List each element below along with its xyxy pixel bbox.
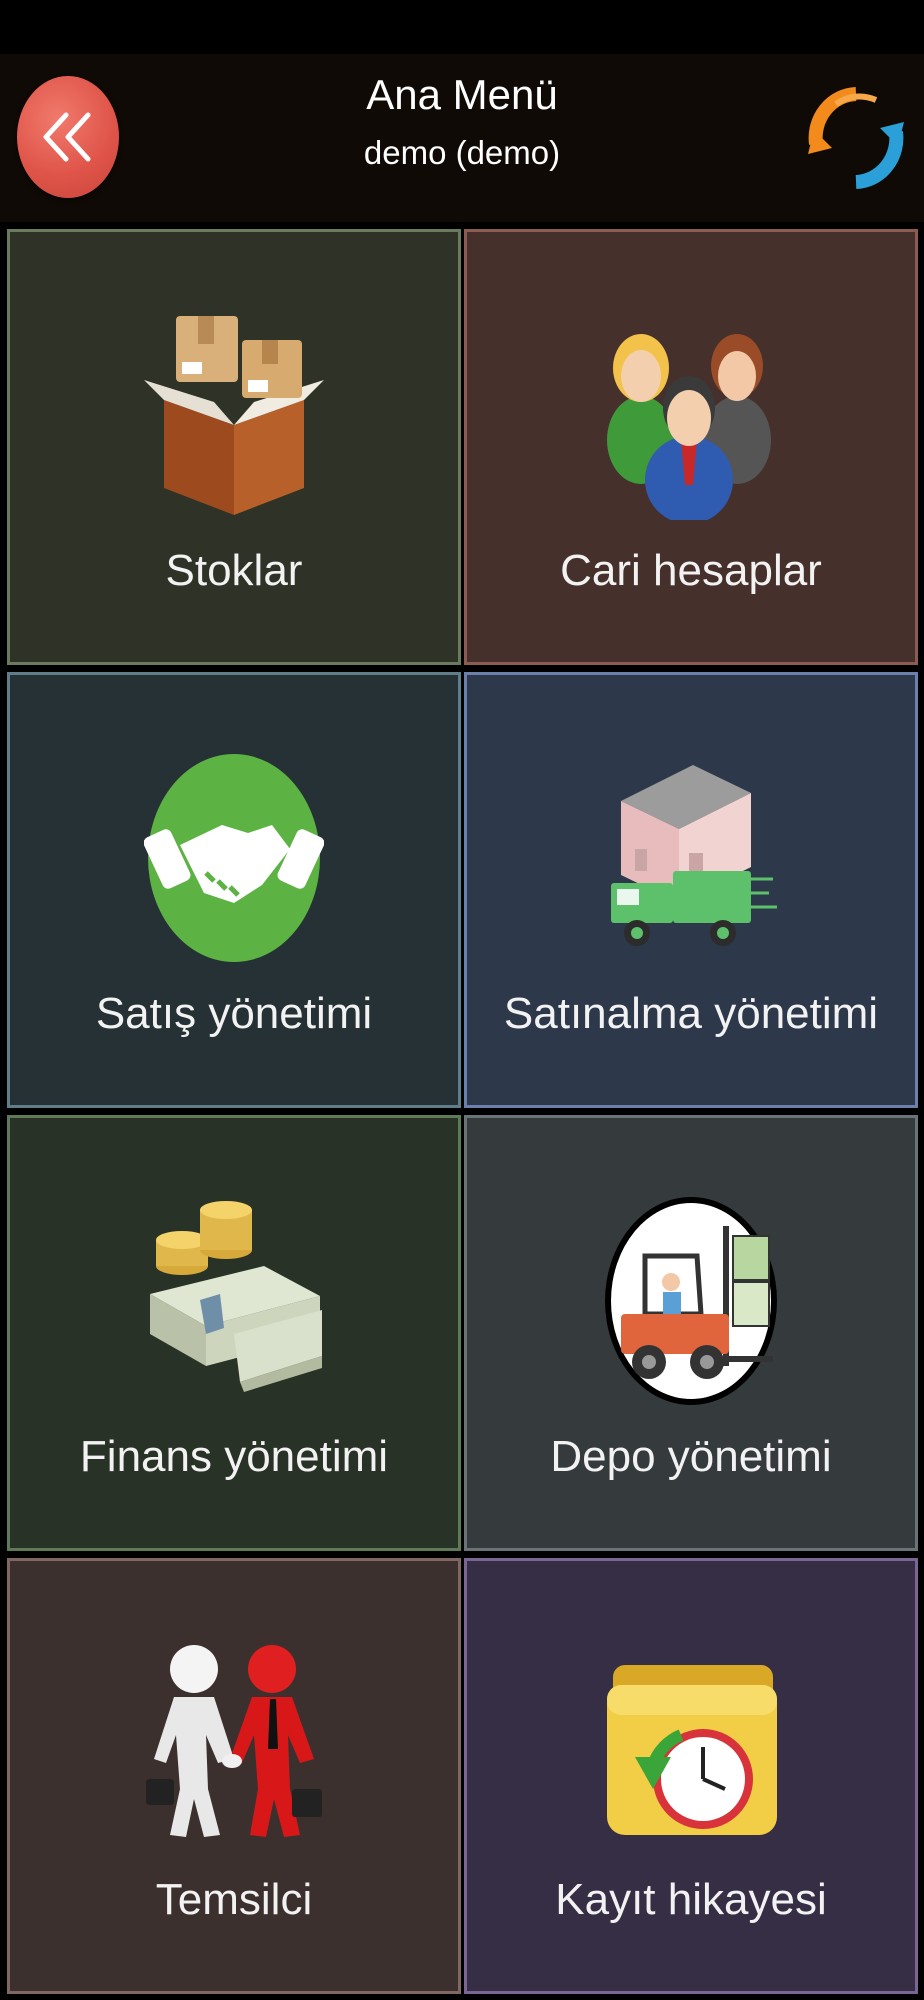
handshake-icon [144, 754, 324, 962]
menu-tile-label: Kayıt hikayesi [555, 1875, 827, 1924]
forklift-icon [605, 1197, 777, 1405]
menu-tile-label: Satınalma yönetimi [503, 989, 879, 1038]
refresh-icon [808, 87, 904, 189]
menu-tile-label: Temsilci [155, 1875, 313, 1924]
menu-tile-label: Satış yönetimi [95, 989, 373, 1038]
menu-tile-finans-yonetimi[interactable]: Finans yönetimi [7, 1115, 461, 1551]
menu-tile-cari-hesaplar[interactable]: Cari hesaplar [464, 229, 918, 665]
menu-tile-temsilci[interactable]: Temsilci [7, 1558, 461, 1994]
status-bar [0, 0, 924, 54]
top-bar: Ana Menü demo (demo) [0, 54, 924, 222]
page-title: Ana Menü [366, 71, 558, 118]
money-icon [150, 1201, 322, 1392]
menu-tile-satis-yonetimi[interactable]: Satış yönetimi [7, 672, 461, 1108]
representative-icon [146, 1645, 322, 1837]
menu-tile-label: Stoklar [165, 546, 303, 595]
menu-tile-label: Finans yönetimi [79, 1432, 389, 1481]
user-subtitle: demo (demo) [363, 134, 561, 171]
people-icon [607, 334, 771, 520]
main-menu-grid: Stoklar Cari hesaplar Satış yönetimi Sat… [0, 222, 924, 2000]
menu-tile-label: Cari hesaplar [560, 546, 822, 595]
menu-tile-label: Depo yönetimi [550, 1432, 832, 1481]
boxes-icon [144, 316, 324, 515]
refresh-button[interactable] [806, 82, 906, 194]
menu-tile-satinalma-yonetimi[interactable]: Satınalma yönetimi [464, 672, 918, 1108]
menu-tile-stoklar[interactable]: Stoklar [7, 229, 461, 665]
menu-tile-depo-yonetimi[interactable]: Depo yönetimi [464, 1115, 918, 1551]
menu-tile-kayit-hikayesi[interactable]: Kayıt hikayesi [464, 1558, 918, 1994]
history-folder-icon [607, 1665, 777, 1835]
warehouse-truck-icon [611, 765, 777, 946]
